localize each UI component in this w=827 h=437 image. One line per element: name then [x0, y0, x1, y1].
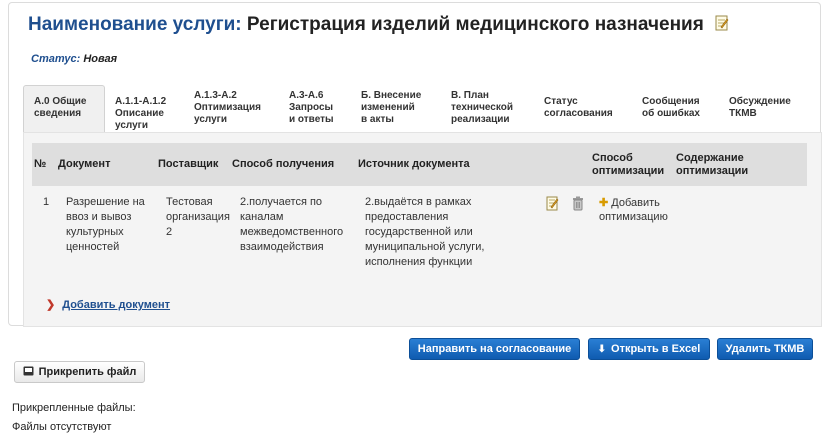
col-optimization-content: Содержание оптимизации	[676, 152, 749, 177]
send-approval-label: Направить на согласование	[417, 343, 572, 355]
col-number: №	[34, 158, 47, 170]
tab-label: Сообщения об ошибках	[642, 96, 700, 119]
page-title: Наименование услуги: Регистрация изделий…	[28, 14, 729, 37]
tab-label: Б. Внесение изменений в акты	[361, 90, 422, 125]
row-supplier: Тестовая организация 2	[166, 196, 230, 238]
edit-title-icon[interactable]	[715, 15, 729, 37]
download-icon: ⬇	[597, 343, 607, 355]
title-label: Наименование услуги:	[28, 14, 242, 35]
row-source: 2.выдаётся в рамках предоставления госуд…	[365, 196, 485, 268]
service-name: Регистрация изделий медицинского назначе…	[246, 14, 704, 35]
tab-requests[interactable]: А.3-А.6 Запросы и ответы	[279, 86, 349, 130]
status-value: Новая	[83, 53, 118, 65]
col-source: Источник документа	[358, 158, 470, 170]
add-optimization-link[interactable]: ✚ Добавить оптимизацию	[599, 196, 668, 224]
attach-file-label: Прикрепить файл	[38, 366, 137, 378]
row-method: 2.получается по каналам межведомственног…	[240, 196, 344, 253]
tab-general[interactable]: А.0 Общие сведения	[23, 85, 105, 132]
table-header: № Документ Поставщик Способ получения Ис…	[32, 143, 807, 186]
add-optimization-label: Добавить оптимизацию	[599, 197, 668, 223]
tab-label: А.3-А.6 Запросы и ответы	[289, 90, 334, 125]
row-document: Разрешение на ввоз и вывоз культурных це…	[66, 196, 145, 253]
row-number: 1	[43, 196, 50, 208]
open-excel-label: Открыть в Excel	[611, 343, 701, 355]
add-document-link[interactable]: ❯ Добавить документ	[46, 298, 170, 311]
send-approval-button[interactable]: Направить на согласование	[409, 338, 580, 360]
edit-row-icon[interactable]	[546, 196, 559, 216]
no-files-text: Файлы отсутствуют	[12, 421, 112, 433]
col-document: Документ	[58, 158, 111, 170]
chevron-right-icon: ❯	[46, 299, 56, 311]
add-document-label: Добавить документ	[62, 299, 171, 311]
tab-error-messages[interactable]: Сообщения об ошибках	[632, 86, 712, 130]
tab-approval-status[interactable]: Статус согласования	[534, 86, 622, 130]
delete-tkmv-button[interactable]: Удалить ТКМВ	[717, 338, 813, 360]
attach-file-button[interactable]: Прикрепить файл	[14, 361, 145, 383]
col-method: Способ получения	[232, 158, 335, 170]
delete-tkmv-label: Удалить ТКМВ	[725, 343, 805, 355]
tab-label: Обсуждение ТКМВ	[729, 96, 791, 119]
tab-service-description[interactable]: А.1.1-А.1.2 Описание услуги	[105, 86, 180, 131]
tab-tkmv-discussion[interactable]: Обсуждение ТКМВ	[719, 86, 809, 130]
tab-amendments[interactable]: Б. Внесение изменений в акты	[351, 86, 437, 130]
col-optimization-method: Способ оптимизации	[592, 152, 665, 177]
tab-tech-plan[interactable]: В. План технической реализации	[441, 86, 527, 130]
tab-label: Статус согласования	[544, 96, 613, 119]
trash-icon[interactable]	[572, 196, 584, 216]
tab-bar: А.0 Общие сведения А.1.1-А.1.2 Описание …	[23, 85, 823, 133]
tab-label: А.0 Общие сведения	[34, 96, 87, 119]
plus-icon: ✚	[599, 197, 609, 209]
status-line: Статус: Новая	[31, 53, 117, 65]
service-panel: Наименование услуги: Регистрация изделий…	[8, 2, 823, 327]
tab-label: А.1.1-А.1.2 Описание услуги	[115, 96, 167, 131]
status-label: Статус:	[31, 53, 81, 65]
open-excel-button[interactable]: ⬇ Открыть в Excel	[588, 338, 710, 360]
attached-files-label: Прикрепленные файлы:	[12, 402, 136, 414]
tab-service-optimization[interactable]: А.1.3-А.2 Оптимизация услуги	[184, 86, 268, 130]
tray-icon	[23, 366, 34, 379]
tab-label: В. План технической реализации	[451, 90, 514, 125]
col-supplier: Поставщик	[158, 158, 219, 170]
tab-label: А.1.3-А.2 Оптимизация услуги	[194, 90, 261, 125]
